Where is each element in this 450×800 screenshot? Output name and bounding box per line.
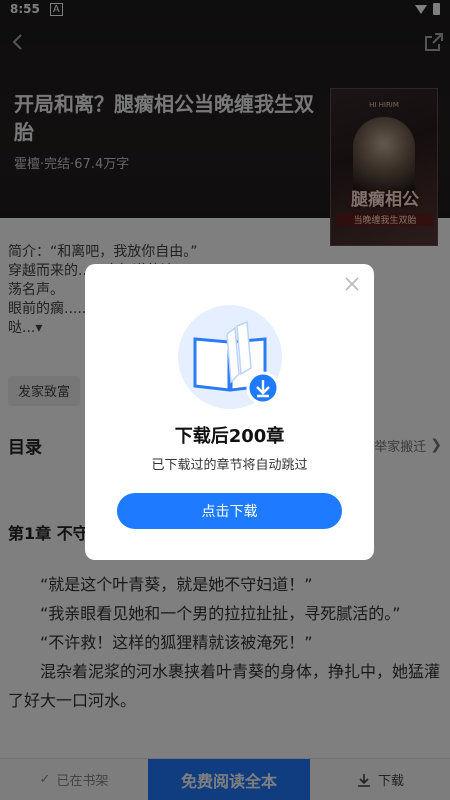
confirm-download-button[interactable]: 点击下载: [117, 493, 342, 529]
dialog-subtitle: 已下载过的章节将自动跳过: [151, 458, 308, 473]
download-book-icon: [178, 305, 282, 409]
download-dialog: 下载后200章 已下载过的章节将自动跳过 点击下载: [85, 264, 374, 560]
close-icon[interactable]: [342, 274, 362, 294]
dialog-title: 下载后200章: [174, 426, 285, 447]
